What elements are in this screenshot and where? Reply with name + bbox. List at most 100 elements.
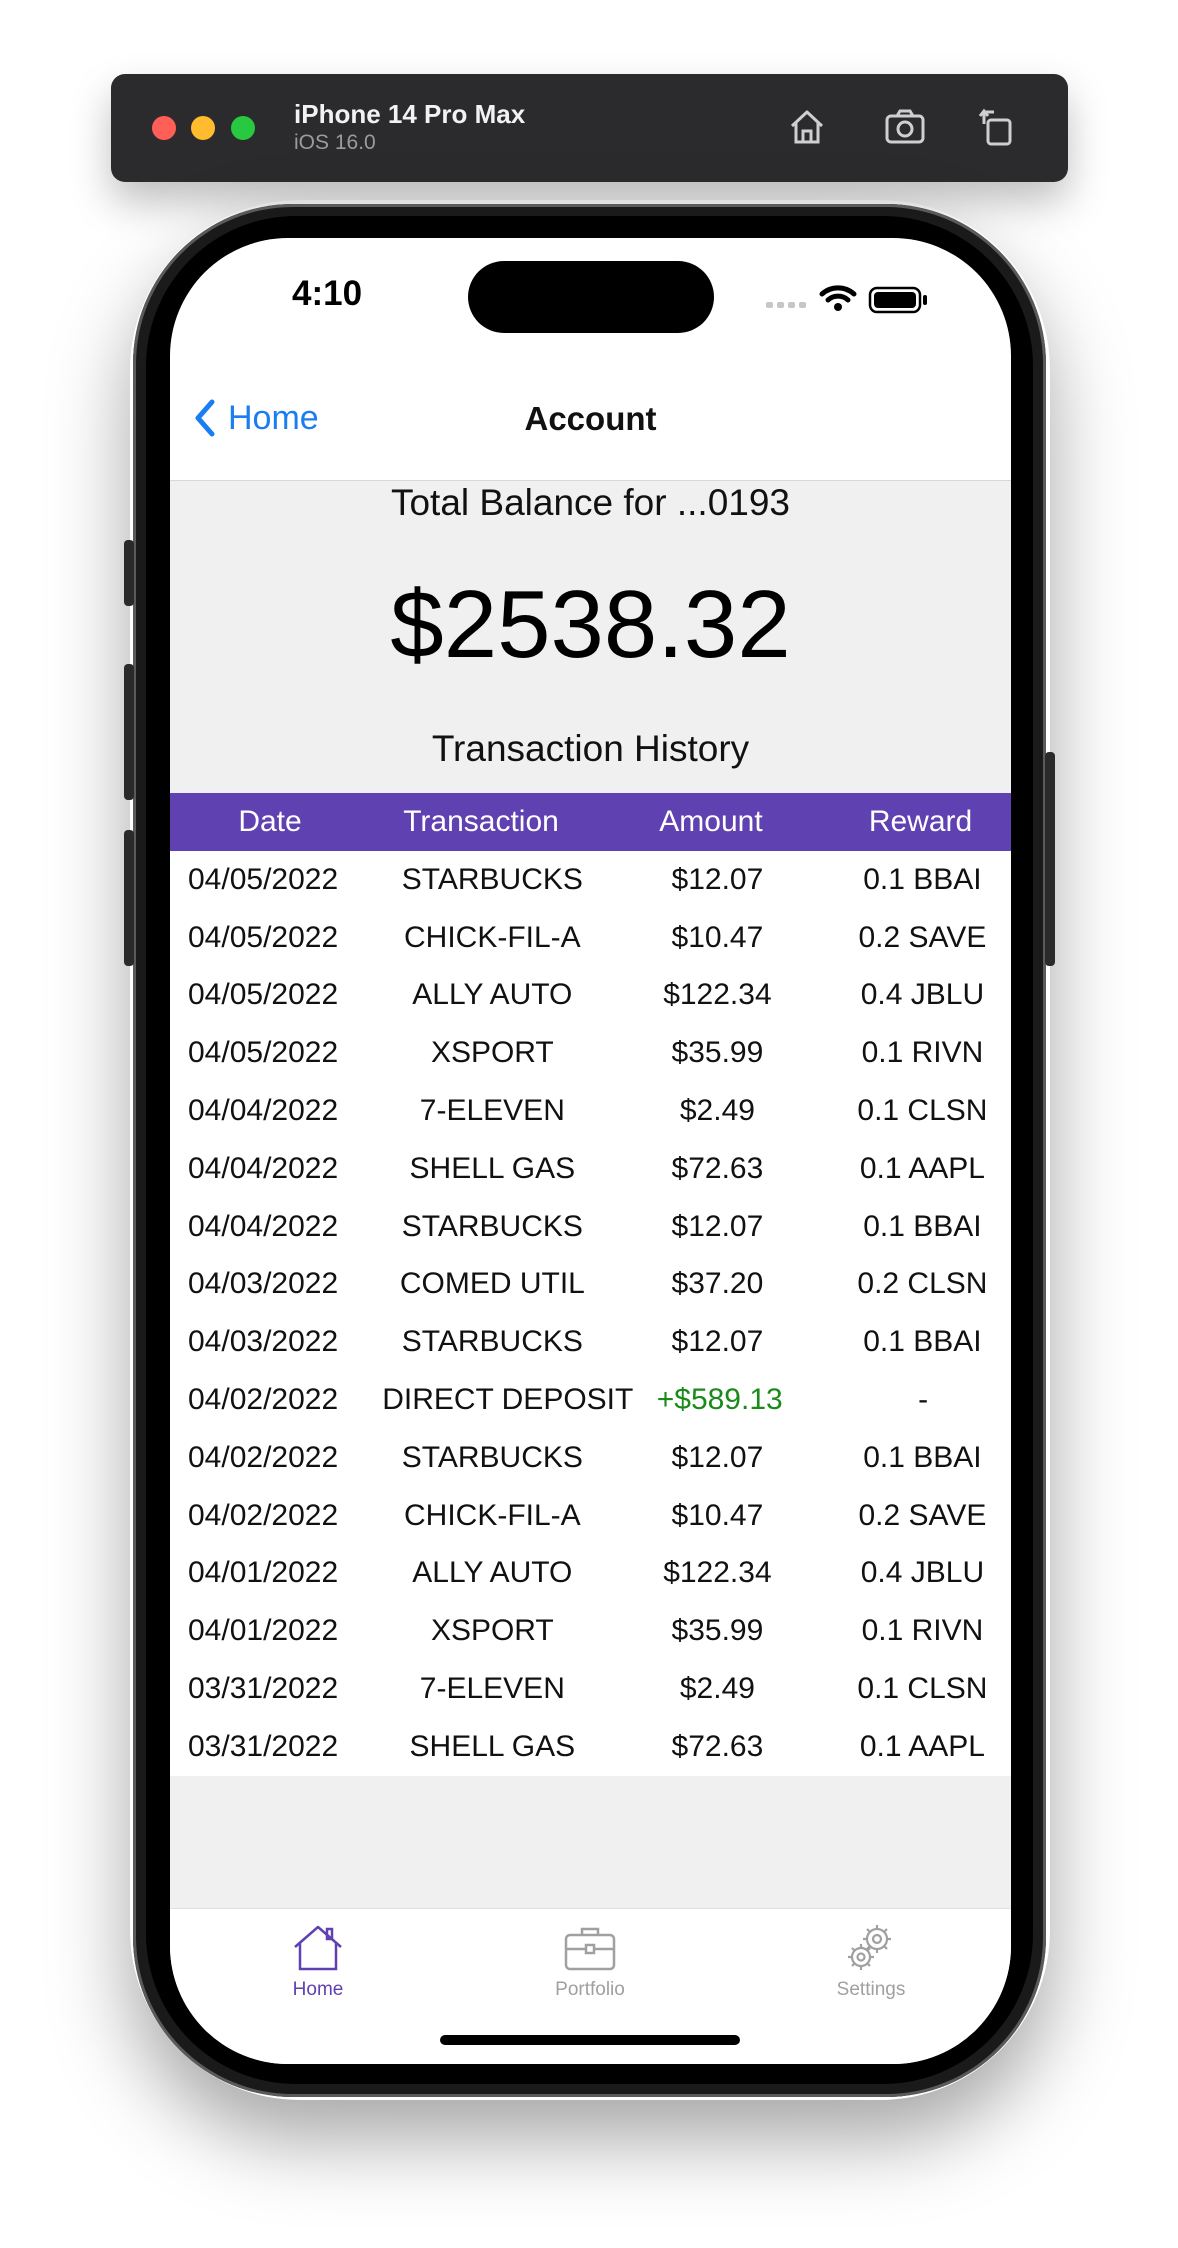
- table-header-row: Date Transaction Amount Reward: [170, 793, 1011, 851]
- cell-reward: 0.1 BBAI: [863, 1325, 982, 1359]
- cell-amount: $12.07: [671, 1440, 764, 1474]
- cell-amount: $35.99: [671, 1036, 764, 1070]
- tab-bar: Home Portfolio Settings: [170, 1908, 1011, 2064]
- simulator-device-name: iPhone 14 Pro Max: [294, 99, 526, 129]
- cell-transaction: XSPORT: [430, 1036, 554, 1070]
- tab-home-label: Home: [292, 1979, 344, 2000]
- table-row: 04/02/2022 STARBUCKS $12.07 0.1 BBAI: [170, 1429, 1011, 1487]
- table-row: 04/05/2022 XSPORT $35.99 0.1 RIVN: [170, 1024, 1011, 1082]
- cell-reward: 0.2 SAVE: [858, 1498, 987, 1532]
- table-row: 04/04/2022 7-ELEVEN $2.49 0.1 CLSN: [170, 1082, 1011, 1140]
- cell-amount: $2.49: [679, 1672, 755, 1706]
- cell-transaction: STARBUCKS: [401, 1325, 583, 1359]
- dynamic-island: [468, 261, 714, 333]
- tab-settings[interactable]: Settings: [771, 1923, 971, 2001]
- cell-date: 04/05/2022: [188, 920, 339, 954]
- cell-date: 04/04/2022: [188, 1151, 339, 1185]
- cell-date: 04/02/2022: [188, 1440, 339, 1474]
- cell-reward: 0.1 BBAI: [863, 1440, 982, 1474]
- table-row: 04/01/2022 ALLY AUTO $122.34 0.4 JBLU: [170, 1545, 1011, 1603]
- cell-transaction: CHICK-FIL-A: [404, 920, 581, 954]
- cell-transaction: 7-ELEVEN: [419, 1094, 565, 1128]
- cell-transaction: ALLY AUTO: [412, 1556, 573, 1590]
- power-button: [1045, 752, 1055, 966]
- cell-reward: 0.1 CLSN: [857, 1094, 988, 1128]
- home-icon[interactable]: [784, 104, 830, 150]
- page-title: Account: [524, 400, 657, 437]
- rotate-icon[interactable]: [974, 104, 1020, 150]
- cell-transaction: CHICK-FIL-A: [404, 1498, 581, 1532]
- table-row: 04/01/2022 XSPORT $35.99 0.1 RIVN: [170, 1602, 1011, 1660]
- cell-date: 04/03/2022: [188, 1267, 339, 1301]
- cell-amount: $35.99: [671, 1614, 764, 1648]
- tab-portfolio-label: Portfolio: [555, 1979, 625, 2000]
- table-row: 04/04/2022 STARBUCKS $12.07 0.1 BBAI: [170, 1198, 1011, 1256]
- home-indicator: [440, 2035, 740, 2045]
- cell-reward: 0.1 CLSN: [857, 1672, 988, 1706]
- cell-amount: $10.47: [671, 920, 764, 954]
- cell-amount: $12.07: [671, 1209, 764, 1243]
- cell-date: 04/03/2022: [188, 1325, 339, 1359]
- house-icon: [294, 1925, 342, 1971]
- balance-label: Total Balance for ...0193: [390, 482, 791, 523]
- action-button: [124, 540, 134, 606]
- cell-reward: 0.2 SAVE: [858, 920, 987, 954]
- cell-date: 04/04/2022: [188, 1094, 339, 1128]
- battery-icon: [868, 286, 927, 314]
- cell-amount: +$589.13: [656, 1383, 783, 1417]
- cell-reward: 0.1 BBAI: [863, 862, 982, 896]
- volume-down-button: [124, 830, 134, 966]
- table-row: 04/02/2022 CHICK-FIL-A $10.47 0.2 SAVE: [170, 1487, 1011, 1545]
- cell-amount: $72.63: [671, 1729, 764, 1763]
- balance-amount: $2538.32: [390, 571, 791, 678]
- status-time: 4:10: [292, 274, 363, 313]
- header-reward: Reward: [868, 805, 973, 838]
- transaction-table: Date Transaction Amount Reward 04/05/202…: [170, 793, 1011, 1776]
- cell-date: 04/04/2022: [188, 1209, 339, 1243]
- cell-transaction: STARBUCKS: [401, 1440, 583, 1474]
- cell-amount: $12.07: [671, 862, 764, 896]
- status-indicators: [766, 280, 966, 320]
- simulator-os-version: iOS 16.0: [294, 131, 376, 154]
- table-row: 04/03/2022 STARBUCKS $12.07 0.1 BBAI: [170, 1313, 1011, 1371]
- table-row: 04/05/2022 ALLY AUTO $122.34 0.4 JBLU: [170, 967, 1011, 1025]
- cell-reward: 0.1 BBAI: [863, 1209, 982, 1243]
- cell-amount: $72.63: [671, 1151, 764, 1185]
- table-row: 03/31/2022 7-ELEVEN $2.49 0.1 CLSN: [170, 1660, 1011, 1718]
- transaction-history-title: Transaction History: [431, 728, 750, 769]
- gear-icon: [848, 1925, 891, 1970]
- zoom-window-button[interactable]: [231, 116, 255, 140]
- cell-date: 04/05/2022: [188, 978, 339, 1012]
- cell-date: 04/01/2022: [188, 1556, 339, 1590]
- navigation-bar: Home Account: [170, 358, 1011, 481]
- cell-reward: 0.1 RIVN: [861, 1614, 984, 1648]
- table-row: 04/03/2022 COMED UTIL $37.20 0.2 CLSN: [170, 1256, 1011, 1314]
- cellular-signal-icon: [766, 302, 806, 308]
- tab-settings-label: Settings: [836, 1979, 906, 2000]
- close-window-button[interactable]: [152, 116, 176, 140]
- cell-date: 04/01/2022: [188, 1614, 339, 1648]
- header-amount: Amount: [659, 805, 763, 838]
- tab-portfolio[interactable]: Portfolio: [490, 1923, 690, 2001]
- table-row: 04/05/2022 CHICK-FIL-A $10.47 0.2 SAVE: [170, 909, 1011, 967]
- tab-home[interactable]: Home: [218, 1923, 418, 2001]
- cell-amount: $37.20: [671, 1267, 764, 1301]
- cell-transaction: STARBUCKS: [401, 1209, 583, 1243]
- cell-date: 04/05/2022: [188, 1036, 339, 1070]
- cell-reward: 0.4 JBLU: [860, 1556, 985, 1590]
- cell-amount: $2.49: [679, 1094, 755, 1128]
- cell-transaction: ALLY AUTO: [412, 978, 573, 1012]
- table-row: 04/05/2022 STARBUCKS $12.07 0.1 BBAI: [170, 851, 1011, 909]
- cell-date: 04/02/2022: [188, 1498, 339, 1532]
- minimize-window-button[interactable]: [191, 116, 215, 140]
- cell-reward: 0.4 JBLU: [860, 978, 985, 1012]
- cell-transaction: STARBUCKS: [401, 862, 583, 896]
- cell-transaction: 7-ELEVEN: [419, 1672, 565, 1706]
- wifi-icon: [819, 285, 857, 311]
- cell-amount: $10.47: [671, 1498, 764, 1532]
- table-body: 04/05/2022 STARBUCKS $12.07 0.1 BBAI 04/05/2…: [170, 851, 1011, 1776]
- cell-date: 04/02/2022: [188, 1383, 339, 1417]
- screenshot-icon[interactable]: [882, 104, 928, 150]
- cell-reward: 0.2 CLSN: [857, 1267, 988, 1301]
- cell-transaction: SHELL GAS: [409, 1729, 576, 1763]
